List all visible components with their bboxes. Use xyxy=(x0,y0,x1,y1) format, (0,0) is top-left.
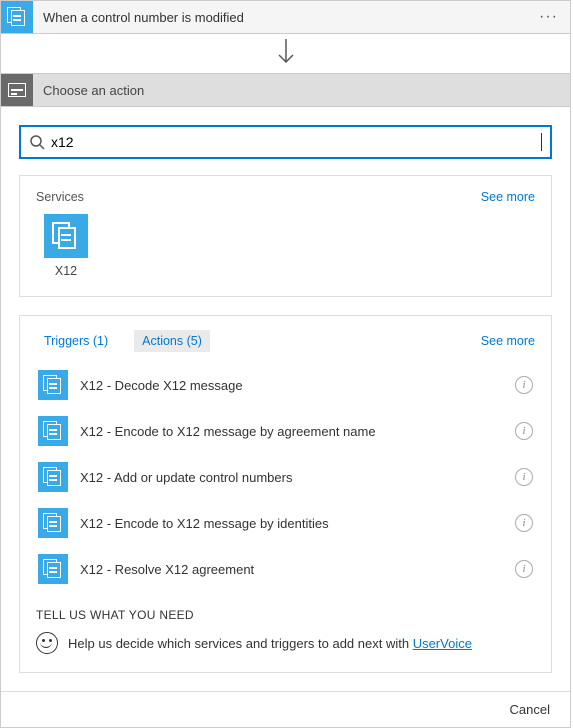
action-item[interactable]: X12 - Decode X12 message i xyxy=(36,362,535,408)
services-see-more-link[interactable]: See more xyxy=(481,190,535,204)
action-item-label: X12 - Encode to X12 message by agreement… xyxy=(80,424,503,439)
info-icon[interactable]: i xyxy=(515,376,533,394)
feedback-text: Help us decide which services and trigge… xyxy=(68,636,472,651)
flow-arrow xyxy=(1,34,570,74)
service-tile-x12[interactable]: X12 xyxy=(36,214,96,278)
doc-stack-icon xyxy=(38,554,68,584)
services-heading: Services xyxy=(36,190,84,204)
action-item-label: X12 - Add or update control numbers xyxy=(80,470,503,485)
services-section: Services See more X12 xyxy=(19,175,552,297)
choose-action-header: Choose an action xyxy=(1,74,570,107)
action-search[interactable] xyxy=(19,125,552,159)
results-tabs: Triggers (1) Actions (5) See more xyxy=(36,330,535,352)
doc-stack-icon xyxy=(38,416,68,446)
action-item-label: X12 - Encode to X12 message by identitie… xyxy=(80,516,503,531)
action-item[interactable]: X12 - Encode to X12 message by agreement… xyxy=(36,408,535,454)
wizard-icon xyxy=(1,74,33,106)
feedback-section: TELL US WHAT YOU NEED Help us decide whi… xyxy=(36,608,535,654)
search-icon xyxy=(29,134,45,150)
feedback-heading: TELL US WHAT YOU NEED xyxy=(36,608,535,622)
doc-stack-icon xyxy=(38,462,68,492)
info-icon[interactable]: i xyxy=(515,560,533,578)
info-icon[interactable]: i xyxy=(515,468,533,486)
action-item-label: X12 - Resolve X12 agreement xyxy=(80,562,503,577)
service-tile-label: X12 xyxy=(36,264,96,278)
arrow-down-icon xyxy=(276,39,296,69)
doc-stack-icon xyxy=(38,370,68,400)
cancel-button[interactable]: Cancel xyxy=(510,702,550,717)
action-item-label: X12 - Decode X12 message xyxy=(80,378,503,393)
doc-stack-icon xyxy=(7,7,27,27)
doc-stack-icon xyxy=(44,214,88,258)
actions-list: X12 - Decode X12 message i X12 - Encode to… xyxy=(36,362,535,592)
choose-action-body: Services See more X12 Triggers (1) Actio… xyxy=(1,107,570,691)
uservoice-link[interactable]: UserVoice xyxy=(413,636,472,651)
tab-actions[interactable]: Actions (5) xyxy=(134,330,210,352)
search-input[interactable] xyxy=(45,134,543,150)
trigger-card-header[interactable]: When a control number is modified ··· xyxy=(1,1,570,34)
trigger-title: When a control number is modified xyxy=(33,10,527,25)
choose-action-title: Choose an action xyxy=(33,83,570,98)
designer-panel: When a control number is modified ··· Ch… xyxy=(0,0,571,728)
results-section: Triggers (1) Actions (5) See more X12 - … xyxy=(19,315,552,673)
tab-triggers[interactable]: Triggers (1) xyxy=(36,330,116,352)
smiley-icon xyxy=(36,632,58,654)
ellipsis-icon[interactable]: ··· xyxy=(527,8,570,26)
action-item[interactable]: X12 - Add or update control numbers i xyxy=(36,454,535,500)
doc-stack-icon xyxy=(38,508,68,538)
action-item[interactable]: X12 - Resolve X12 agreement i xyxy=(36,546,535,592)
info-icon[interactable]: i xyxy=(515,422,533,440)
results-see-more-link[interactable]: See more xyxy=(481,334,535,348)
info-icon[interactable]: i xyxy=(515,514,533,532)
action-item[interactable]: X12 - Encode to X12 message by identitie… xyxy=(36,500,535,546)
x12-connector-icon xyxy=(1,1,33,33)
text-cursor xyxy=(541,133,542,151)
dialog-footer: Cancel xyxy=(1,691,570,727)
